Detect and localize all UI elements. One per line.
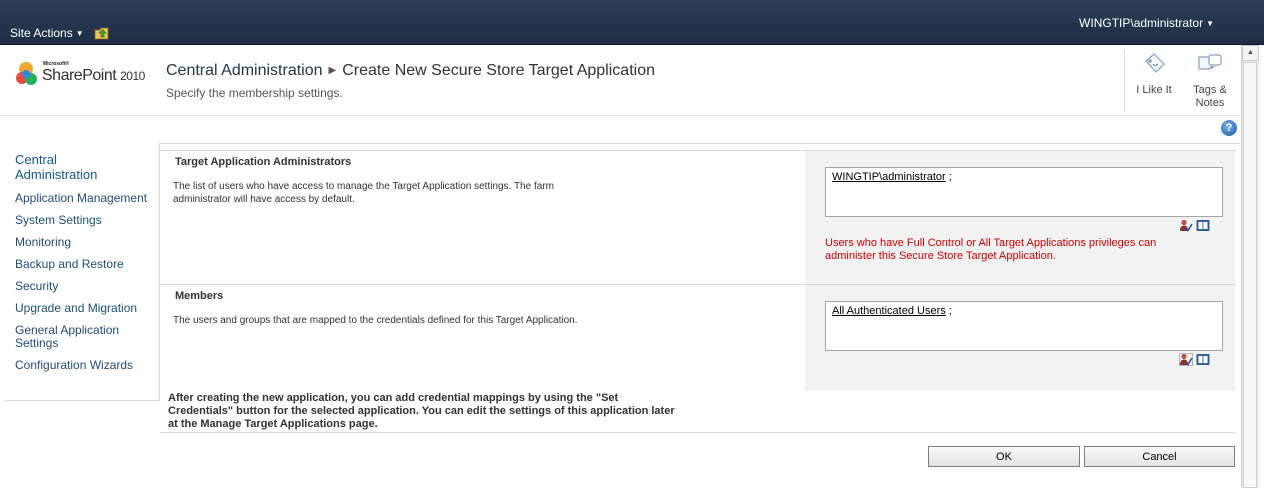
admins-desc-line2: administrator will have access by defaul… [173,194,355,205]
logo-product: SharePoint [42,67,117,84]
cancel-button[interactable]: Cancel [1084,446,1235,467]
footnote-line3: at the Manage Target Applications page. [168,418,378,430]
admins-section-description: The list of users who have access to man… [173,180,633,206]
nav-item-monitoring[interactable]: Monitoring [15,236,71,249]
admins-resolved-user[interactable]: WINGTIP\administrator [832,171,946,183]
members-people-picker-input[interactable]: All Authenticated Users ; [825,301,1223,351]
breadcrumb-separator-icon: ▶ [328,65,337,76]
nav-item-upgrade-and-migration[interactable]: Upgrade and Migration [15,302,137,315]
page-subtitle: Specify the membership settings. [166,86,343,100]
footnote-line1: After creating the new application, you … [168,392,619,404]
scroll-up-icon[interactable]: ▲ [1242,45,1259,61]
tags-notes-label-line1: Tags & [1193,84,1227,96]
nav-item-backup-and-restore[interactable]: Backup and Restore [15,258,124,271]
nav-item-security[interactable]: Security [15,280,58,293]
breadcrumb: Central Administration ▶ Create New Secure… [166,62,655,80]
check-names-icon[interactable] [1179,353,1193,366]
check-names-icon[interactable] [1179,219,1193,232]
footnote-line2: Credentials" button for the selected app… [168,405,675,417]
help-icon[interactable]: ? [1221,120,1237,136]
navigate-up-icon[interactable] [94,26,110,40]
nav-item-general-application-line2: Settings [15,336,59,350]
header-strip [0,115,1240,130]
admins-warning-line1: Users who have Full Control or All Targe… [825,237,1157,249]
nav-item-system-settings[interactable]: System Settings [15,214,102,227]
tags-notes-icon [1198,54,1222,70]
i-like-it-button[interactable]: I Like It [1124,51,1184,97]
tags-notes-button[interactable]: Tags & Notes [1180,51,1240,110]
sharepoint-logo-icon [16,62,37,85]
members-section: Members The users and groups that are ma… [160,284,1236,390]
chevron-down-icon: ▼ [75,29,84,38]
page-header: Microsoft® SharePoint 2010 Central Admin… [0,45,1240,115]
admins-warning-line2: administer this Secure Store Target Appl… [825,250,1056,262]
credential-mapping-note: After creating the new application, you … [168,392,808,431]
members-resolved-group[interactable]: All Authenticated Users [832,305,946,317]
members-section-description: The users and groups that are mapped to … [173,315,578,326]
nav-head-line2: Administration [15,167,98,182]
sharepoint-logo[interactable]: Microsoft® SharePoint 2010 [14,58,159,90]
nav-head-line1: Central [15,152,57,167]
admins-privileges-warning: Users who have Full Control or All Targe… [825,237,1225,263]
nav-central-administration[interactable]: Central Administration [15,152,97,182]
site-actions-label: Site Actions [10,26,73,40]
admins-section-title: Target Application Administrators [175,156,352,168]
browse-address-book-icon[interactable] [1196,353,1210,366]
quick-launch-nav: Central Administration Application Manage… [4,143,160,401]
i-like-it-label: I Like It [1136,84,1172,96]
logo-product-text: SharePoint 2010 [42,67,145,85]
tags-notes-label: Tags & Notes [1180,84,1240,110]
members-section-title: Members [175,290,224,302]
user-name: WINGTIP\administrator [1079,16,1204,30]
scrollbar-thumb[interactable] [1243,62,1257,488]
breadcrumb-central-administration[interactable]: Central Administration [166,62,323,79]
ribbon-bar: Site Actions ▼ WINGTIP\administrator ▼ [0,0,1264,45]
breadcrumb-current-page: Create New Secure Store Target Applicati… [342,62,655,79]
nav-item-general-application-settings[interactable]: General Application Settings [15,324,119,350]
user-menu[interactable]: WINGTIP\administrator ▼ [1079,16,1214,30]
members-picker-icons [1179,353,1210,367]
admins-people-picker-input[interactable]: WINGTIP\administrator ; [825,167,1223,217]
browse-address-book-icon[interactable] [1196,219,1210,232]
members-separator: ; [945,305,952,317]
admins-desc-line1: The list of users who have access to man… [173,181,554,192]
chevron-down-icon: ▼ [1206,19,1214,28]
site-actions-menu[interactable]: Site Actions ▼ [10,26,84,40]
tags-notes-label-line2: Notes [1195,97,1225,109]
admins-section: Target Application Administrators The li… [160,150,1236,284]
nav-item-configuration-wizards[interactable]: Configuration Wizards [15,359,133,372]
nav-item-application-management[interactable]: Application Management [15,192,147,205]
admins-separator: ; [945,171,952,183]
vertical-scrollbar[interactable]: ▲ [1241,45,1259,488]
content-top-strip [4,129,1240,144]
footer-divider [160,432,1236,433]
ok-button[interactable]: OK [928,446,1080,467]
admins-picker-icons [1179,219,1210,233]
nav-item-general-application-line1: General Application [15,323,120,337]
logo-year: 2010 [120,69,145,83]
i-like-it-icon [1145,53,1165,73]
